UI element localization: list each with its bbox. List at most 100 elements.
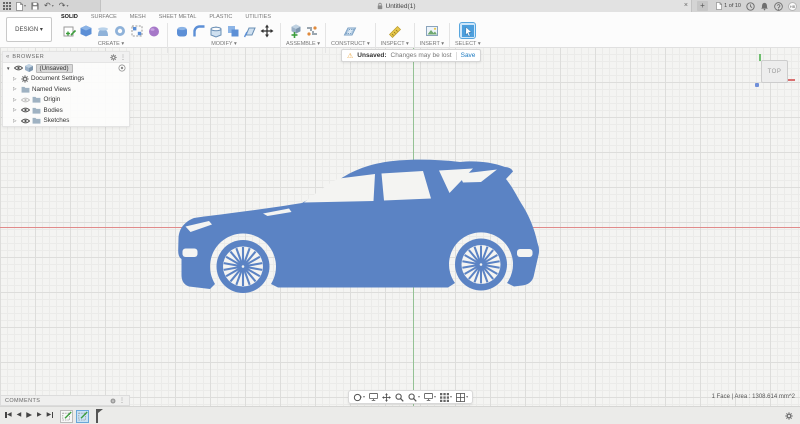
panel-modify: MODIFY ▾ (170, 21, 278, 47)
panel-inspect-label[interactable]: INSPECT ▾ (381, 41, 409, 47)
undo-button[interactable]: ↶ ▾ (44, 2, 54, 10)
notifications-bell-icon[interactable] (760, 2, 769, 11)
help-icon[interactable] (774, 2, 783, 11)
viewcube[interactable]: TOP (755, 54, 795, 87)
expand-triangle-icon[interactable]: ▼ (6, 66, 11, 71)
browser-collapse-icon[interactable]: « (6, 54, 9, 60)
insert-canvas-button[interactable] (424, 23, 439, 38)
timeline-skip-start-button[interactable]: ◀ (5, 411, 12, 418)
panel-select-label[interactable]: SELECT ▾ (455, 41, 481, 47)
viewcube-face-top[interactable]: TOP (761, 60, 788, 83)
browser-settings-gear-icon[interactable] (110, 54, 117, 61)
visibility-eye-icon[interactable] (21, 107, 30, 113)
new-tab-button[interactable]: + (697, 1, 708, 11)
collapse-triangle-icon[interactable]: ▷ (13, 118, 18, 124)
move-copy-button[interactable] (259, 23, 274, 38)
timeline-feature-sketch1[interactable] (60, 409, 73, 423)
data-panel-icon[interactable] (3, 2, 11, 10)
workspace-selector-design[interactable]: DESIGN ▾ (6, 17, 52, 42)
panel-insert-label[interactable]: INSERT ▾ (420, 41, 444, 47)
pattern-button[interactable] (129, 23, 144, 38)
collapse-triangle-icon[interactable]: ▷ (13, 97, 18, 103)
panel-construct-label[interactable]: CONSTRUCT ▾ (331, 41, 370, 47)
timeline-position-marker[interactable] (96, 409, 101, 423)
create-form-button[interactable] (146, 23, 161, 38)
redo-icon: ↷ (58, 1, 66, 10)
timeline-settings-gear-icon[interactable] (785, 412, 793, 420)
browser-item-bodies[interactable]: ▷ Bodies (3, 105, 129, 116)
tab-mesh[interactable]: MESH (130, 14, 146, 20)
folder-icon (32, 107, 41, 114)
joint-button[interactable] (304, 23, 319, 38)
avatar[interactable]: HB (788, 1, 797, 11)
browser-item-sketches[interactable]: ▷ Sketches (3, 116, 129, 127)
sweep-button[interactable] (112, 23, 127, 38)
tab-plastic[interactable]: PLASTIC (209, 14, 232, 20)
combine-button[interactable] (225, 23, 240, 38)
shell-button[interactable] (208, 23, 223, 38)
document-quota-indicator[interactable]: 1 of 10 (716, 2, 741, 10)
browser-root-row[interactable]: ▼ (Unsaved) (3, 63, 129, 74)
comments-overflow-icon[interactable]: ⋮ (119, 397, 125, 404)
fillet-button[interactable] (191, 23, 206, 38)
browser-item-origin[interactable]: ▷ Origin (3, 95, 129, 106)
timeline-skip-end-button[interactable]: ▶ (47, 411, 54, 418)
browser-item-document-settings[interactable]: ▷ Document Settings (3, 74, 129, 85)
offset-face-button[interactable] (242, 23, 257, 38)
timeline-step-back-button[interactable]: ◀ (17, 412, 22, 418)
extrude-button[interactable] (78, 23, 93, 38)
grid-snaps-button[interactable]: ▾ (440, 393, 452, 402)
display-settings-button[interactable]: ▾ (424, 393, 436, 401)
root-document-label[interactable]: (Unsaved) (35, 63, 73, 73)
timeline-feature-sketch2[interactable] (76, 409, 89, 423)
measure-button[interactable] (387, 23, 402, 38)
panel-select: SELECT ▾ (452, 21, 484, 47)
comments-gear-icon[interactable] (110, 398, 116, 404)
browser-overflow-icon[interactable]: ⋮ (120, 54, 126, 61)
job-status-icon[interactable] (746, 2, 755, 11)
panel-modify-label[interactable]: MODIFY ▾ (211, 41, 237, 47)
tab-close-button[interactable]: × (684, 0, 688, 12)
construct-plane-button[interactable] (343, 23, 358, 38)
activate-radio-icon[interactable] (118, 64, 126, 72)
viewports-button[interactable]: ▾ (456, 393, 468, 402)
tab-solid[interactable]: SOLID (61, 14, 78, 20)
pan-button[interactable] (382, 392, 392, 402)
combine-icon (227, 25, 238, 36)
select-button[interactable] (459, 22, 477, 39)
timeline-step-forward-button[interactable]: ▶ (37, 412, 42, 418)
browser-item-named-views[interactable]: ▷ Named Views (3, 84, 129, 95)
visibility-eye-icon[interactable] (14, 65, 23, 71)
warning-message: Changes may be lost (390, 52, 452, 59)
zoom-button[interactable] (395, 393, 404, 402)
revolve-button[interactable] (95, 23, 110, 38)
car-sketch-profile[interactable] (176, 158, 544, 300)
revolve-icon (97, 26, 108, 36)
save-link[interactable]: Save (461, 52, 476, 59)
browser-item-label: Document Settings (31, 75, 85, 83)
look-at-button[interactable] (369, 393, 378, 401)
fit-button[interactable]: ▾ (408, 393, 420, 402)
collapse-triangle-icon[interactable]: ▷ (13, 107, 18, 113)
new-component-button[interactable] (287, 23, 302, 38)
create-sketch-button[interactable] (61, 23, 76, 38)
tab-surface[interactable]: SURFACE (91, 14, 117, 20)
tab-sheet-metal[interactable]: SHEET METAL (159, 14, 197, 20)
collapse-triangle-icon[interactable]: ▷ (13, 76, 18, 82)
panel-create-label[interactable]: CREATE ▾ (98, 41, 124, 47)
comments-bar[interactable]: COMMENTS ⋮ (0, 395, 130, 406)
panel-assemble-label[interactable]: ASSEMBLE ▾ (286, 41, 320, 47)
tab-utilities[interactable]: UTILITIES (245, 14, 271, 20)
file-menu-button[interactable]: ▾ (16, 2, 26, 11)
timeline-play-button[interactable]: ▶ (26, 411, 32, 419)
collapse-triangle-icon[interactable]: ▷ (13, 86, 18, 92)
press-pull-button[interactable] (174, 23, 189, 38)
fillet-icon (192, 24, 204, 36)
visibility-eye-off-icon[interactable] (21, 97, 30, 103)
save-button[interactable] (31, 2, 39, 10)
orbit-button[interactable]: ▾ (353, 393, 365, 402)
redo-button[interactable]: ↷ ▾ (59, 2, 69, 10)
car-rear-light (517, 249, 533, 257)
document-tab[interactable]: Untitled(1) × (100, 0, 692, 12)
visibility-eye-icon[interactable] (21, 118, 30, 124)
